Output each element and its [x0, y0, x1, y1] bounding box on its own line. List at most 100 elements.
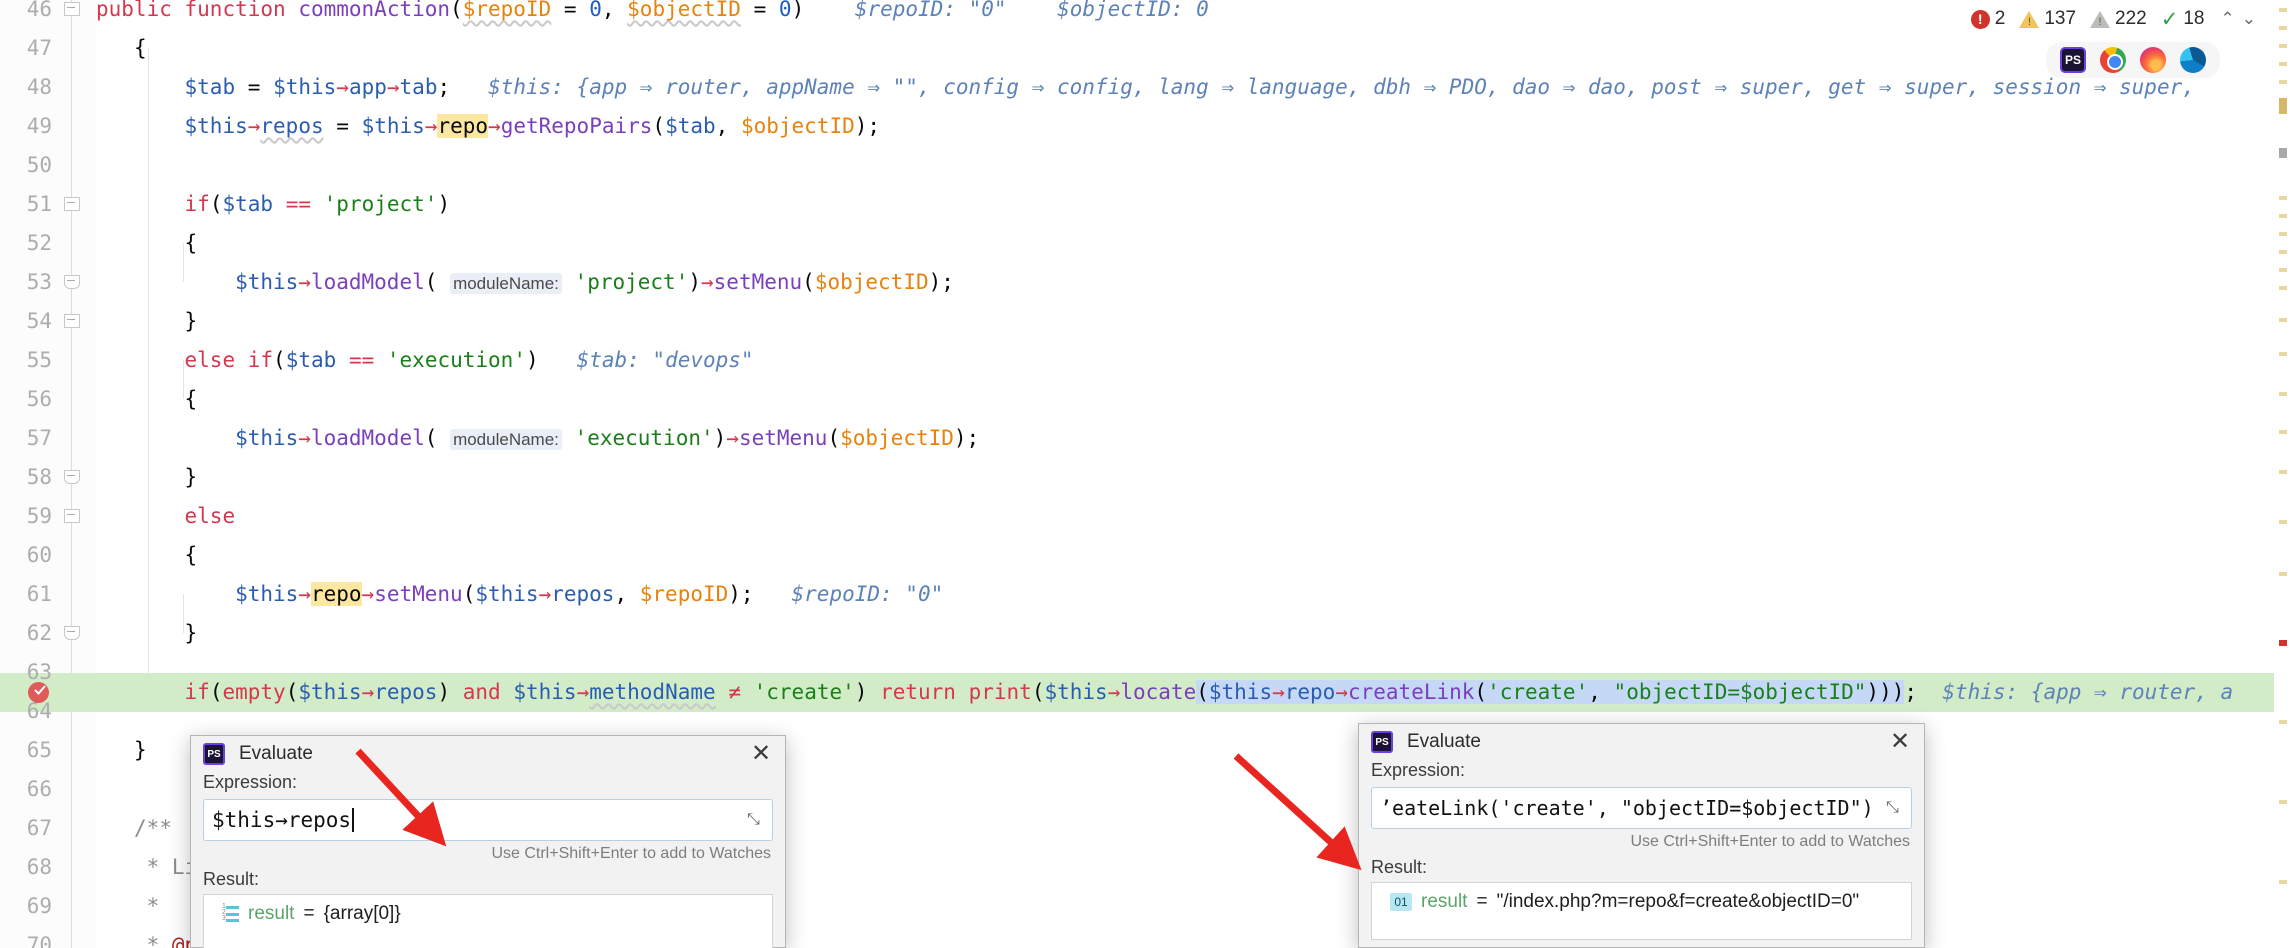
app-icon-strip[interactable]: PS — [2046, 42, 2220, 78]
code-line-50[interactable] — [96, 146, 2290, 185]
scroll-marker — [2279, 196, 2287, 200]
scroll-marker — [2279, 80, 2287, 84]
expand-icon[interactable]: ⤡ — [1886, 799, 1904, 817]
expression-label: Expression: — [1371, 760, 1466, 780]
fold-marker-51[interactable] — [64, 197, 80, 212]
code-line-55[interactable]: else if($tab == 'execution') $tab: "devo… — [96, 341, 2290, 380]
line-number: 47 — [26, 36, 52, 60]
scroll-marker — [2279, 318, 2287, 322]
code-line-53[interactable]: $this→loadModel( moduleName: 'project')→… — [96, 263, 2290, 302]
result-row[interactable]: 01 result = "/index.php?m=repo&f=create&… — [1390, 891, 1903, 913]
chevron-up-icon[interactable]: ⌃ — [2221, 9, 2235, 29]
code-line-46[interactable]: public function commonAction($repoID = 0… — [96, 0, 2290, 29]
scroll-marker — [2279, 214, 2287, 218]
line-number: 56 — [26, 387, 52, 411]
line-number: 48 — [26, 75, 52, 99]
inspection-checks[interactable]: ✓ 18 — [2161, 8, 2205, 30]
error-icon: ! — [1970, 9, 1990, 29]
line-number: 58 — [26, 465, 52, 489]
result-label: Result: — [203, 869, 260, 889]
result-name: result — [1421, 891, 1468, 912]
scroll-marker — [2279, 470, 2287, 474]
expression-label: Expression: — [203, 772, 298, 792]
code-line-47[interactable]: { — [96, 29, 2290, 68]
code-line-61[interactable]: $this→repo→setMenu($this→repos, $repoID)… — [96, 575, 2290, 614]
code-line-54[interactable]: } — [96, 302, 2290, 341]
error-count: 2 — [1994, 8, 2006, 29]
result-value: "/index.php?m=repo&f=create&objectID=0" — [1496, 891, 1860, 912]
phpstorm-icon: PS — [1371, 731, 1393, 753]
fold-marker-58[interactable] — [64, 470, 80, 485]
inline-value-hint: $objectID: 0 — [1057, 0, 1209, 21]
expression-input[interactable]: $this→repos ⤡ — [203, 799, 773, 841]
editor-marker-scrollbar[interactable] — [2274, 0, 2290, 948]
code-line-60[interactable]: { — [96, 536, 2290, 575]
fold-marker-54[interactable] — [64, 275, 80, 290]
scroll-marker — [2279, 62, 2287, 66]
inspection-errors[interactable]: ! 2 — [1970, 8, 2006, 30]
close-icon[interactable]: ✕ — [747, 740, 775, 768]
code-line-58[interactable]: } — [96, 458, 2290, 497]
check-count: 18 — [2183, 8, 2205, 29]
code-line-57[interactable]: $this→loadModel( moduleName: 'execution'… — [96, 419, 2290, 458]
chevron-down-icon[interactable]: ⌄ — [2242, 9, 2256, 29]
evaluate-dialog-left[interactable]: PS Evaluate ✕ Expression: $this→repos ⤡ … — [190, 735, 786, 948]
inspection-widget[interactable]: ! 2 ! 137 ! 222 ✓ 18 ⌃ ⌄ — [1964, 4, 2256, 34]
close-icon[interactable]: ✕ — [1886, 728, 1914, 756]
warning-count: 137 — [2044, 8, 2077, 29]
scroll-marker — [2279, 880, 2287, 884]
line-number: 50 — [26, 153, 52, 177]
fold-marker-59[interactable] — [64, 509, 80, 524]
code-line-64[interactable]: if(empty($this→repos) and $this→methodNa… — [96, 673, 2290, 712]
inspection-weak-warnings[interactable]: ! 222 — [2090, 8, 2147, 30]
fold-marker-46[interactable] — [64, 2, 80, 17]
inspection-warnings[interactable]: ! 137 — [2019, 8, 2076, 30]
scroll-marker — [2279, 520, 2287, 524]
fold-marker-62[interactable] — [64, 626, 80, 641]
dialog-titlebar[interactable]: PS Evaluate ✕ — [1359, 724, 1924, 760]
dialog-title: Evaluate — [239, 743, 313, 764]
code-line-56[interactable]: { — [96, 380, 2290, 419]
scroll-marker — [2279, 286, 2287, 290]
code-line-59[interactable]: else — [96, 497, 2290, 536]
result-label: Result: — [1371, 857, 1428, 877]
expression-value: $this→repos — [212, 808, 352, 832]
expand-icon[interactable]: ⤡ — [747, 811, 765, 829]
line-number: 67 — [26, 816, 52, 840]
parameter-hint: moduleName: — [450, 273, 562, 294]
fold-marker-55[interactable] — [64, 314, 80, 329]
line-number: 65 — [26, 738, 52, 762]
scroll-marker — [2279, 392, 2287, 396]
code-line-48[interactable]: $tab = $this→app→tab; $this: {app ⇒ rout… — [96, 68, 2290, 107]
phpstorm-icon[interactable]: PS — [2060, 47, 2086, 73]
code-line-51[interactable]: if($tab == 'project') — [96, 185, 2290, 224]
evaluate-dialog-right[interactable]: PS Evaluate ✕ Expression: ’eateLink('cre… — [1358, 723, 1925, 948]
inline-value-hint: $repoID: "0" — [791, 582, 944, 606]
line-number: 49 — [26, 114, 52, 138]
scroll-marker — [2279, 98, 2287, 114]
scroll-marker — [2279, 268, 2287, 272]
expression-input[interactable]: ’eateLink('create', "objectID=$objectID"… — [1371, 787, 1912, 829]
result-row[interactable]: 123 result = {array[0]} — [222, 903, 764, 925]
result-equals: = — [303, 903, 315, 924]
line-number: 68 — [26, 855, 52, 879]
code-line-49[interactable]: $this→repos = $this→repo→getRepoPairs($t… — [96, 107, 2290, 146]
breakpoint-icon[interactable] — [28, 682, 49, 703]
scroll-marker — [2279, 250, 2287, 254]
line-number: 46 — [26, 0, 52, 21]
scroll-marker — [2279, 572, 2287, 576]
firefox-icon[interactable] — [2140, 47, 2166, 73]
result-panel[interactable]: 123 result = {array[0]} — [203, 894, 773, 948]
code-line-62[interactable]: } — [96, 614, 2290, 653]
scroll-marker — [2279, 26, 2287, 30]
warning-icon: ! — [2019, 10, 2040, 28]
edge-icon[interactable] — [2180, 47, 2206, 73]
chrome-icon[interactable] — [2100, 47, 2126, 73]
line-number: 52 — [26, 231, 52, 255]
result-name: result — [248, 903, 295, 924]
array-icon: 123 — [222, 903, 239, 923]
result-panel[interactable]: 01 result = "/index.php?m=repo&f=create&… — [1371, 882, 1912, 940]
code-line-52[interactable]: { — [96, 224, 2290, 263]
dialog-titlebar[interactable]: PS Evaluate ✕ — [191, 736, 785, 772]
phpstorm-window: 46 47 48 49 50 51 52 53 54 55 56 57 58 5… — [0, 0, 2290, 948]
